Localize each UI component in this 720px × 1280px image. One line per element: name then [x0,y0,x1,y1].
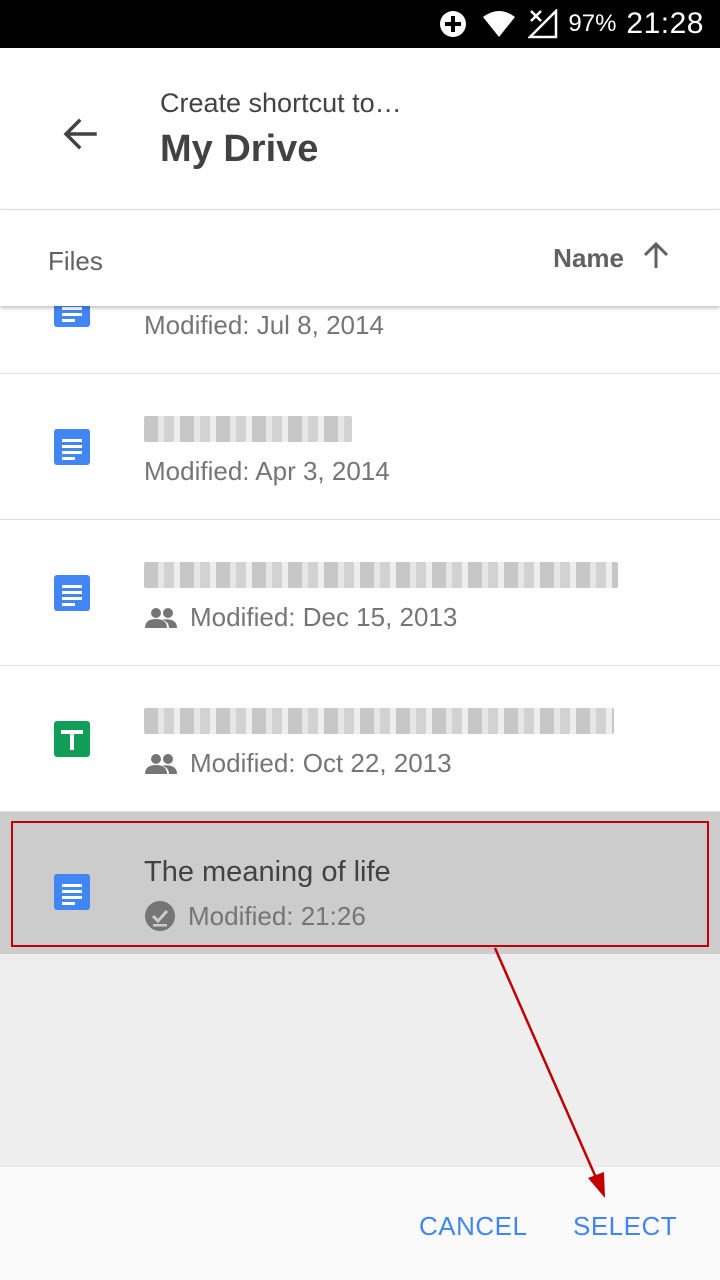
wifi-icon [482,10,516,38]
doc-icon [54,306,90,327]
file-list: Modified: Jul 8, 2014 Modified: Apr 3, 2… [0,306,720,954]
modified-date: Modified: Jul 8, 2014 [144,310,384,340]
file-meta: Modified: 21:26 [144,900,366,932]
file-meta: Modified: Oct 22, 2013 [144,748,452,779]
sheet-icon [54,721,90,757]
shared-people-icon [144,753,178,775]
doc-icon [54,874,90,910]
modified-date: Modified: Dec 15, 2013 [190,602,458,632]
section-label: Files [48,246,103,276]
file-meta: Modified: Apr 3, 2014 [144,456,390,487]
file-row[interactable]: Modified: Jul 8, 2014 [0,306,720,374]
file-row-selected[interactable]: The meaning of life Modified: 21:26 [0,812,720,954]
file-row[interactable]: Modified: Dec 15, 2013 [0,520,720,666]
file-meta: Modified: Jul 8, 2014 [144,310,384,341]
file-row[interactable]: Modified: Apr 3, 2014 [0,374,720,520]
modified-date: Modified: Oct 22, 2013 [190,748,452,778]
arrow-back-icon [62,116,98,157]
battery-level: 97% [568,10,617,37]
clock: 21:28 [626,7,704,40]
arrow-up-icon [642,241,670,275]
empty-area [0,954,720,1166]
back-button[interactable] [50,106,110,166]
page-title: My Drive [160,128,319,170]
file-name-redacted [144,562,618,588]
app-bar: Create shortcut to… My Drive [0,48,720,210]
status-icons: 97% 21:28 [438,0,704,48]
status-bar: 97% 21:28 [0,0,720,48]
list-header: Files Name [0,210,720,306]
check-circle-icon [144,900,176,932]
file-meta: Modified: Dec 15, 2013 [144,602,457,633]
doc-icon [54,575,90,611]
modified-date: Modified: Apr 3, 2014 [144,456,390,486]
bottom-action-bar: CANCEL SELECT [0,1166,720,1280]
sort-button[interactable]: Name [553,236,670,280]
file-name: The meaning of life [144,856,391,888]
select-button[interactable]: SELECT [573,1211,677,1242]
doc-icon [54,429,90,465]
sort-label: Name [553,242,624,273]
file-name-redacted [144,708,614,734]
modified-date: Modified: 21:26 [188,900,366,931]
no-signal-icon [528,9,558,39]
cancel-button[interactable]: CANCEL [419,1211,527,1242]
dialog-subtitle: Create shortcut to… [160,88,402,118]
shared-people-icon [144,607,178,629]
data-saver-icon [438,9,468,39]
file-row[interactable]: Modified: Oct 22, 2013 [0,666,720,812]
file-name-redacted [144,416,352,442]
